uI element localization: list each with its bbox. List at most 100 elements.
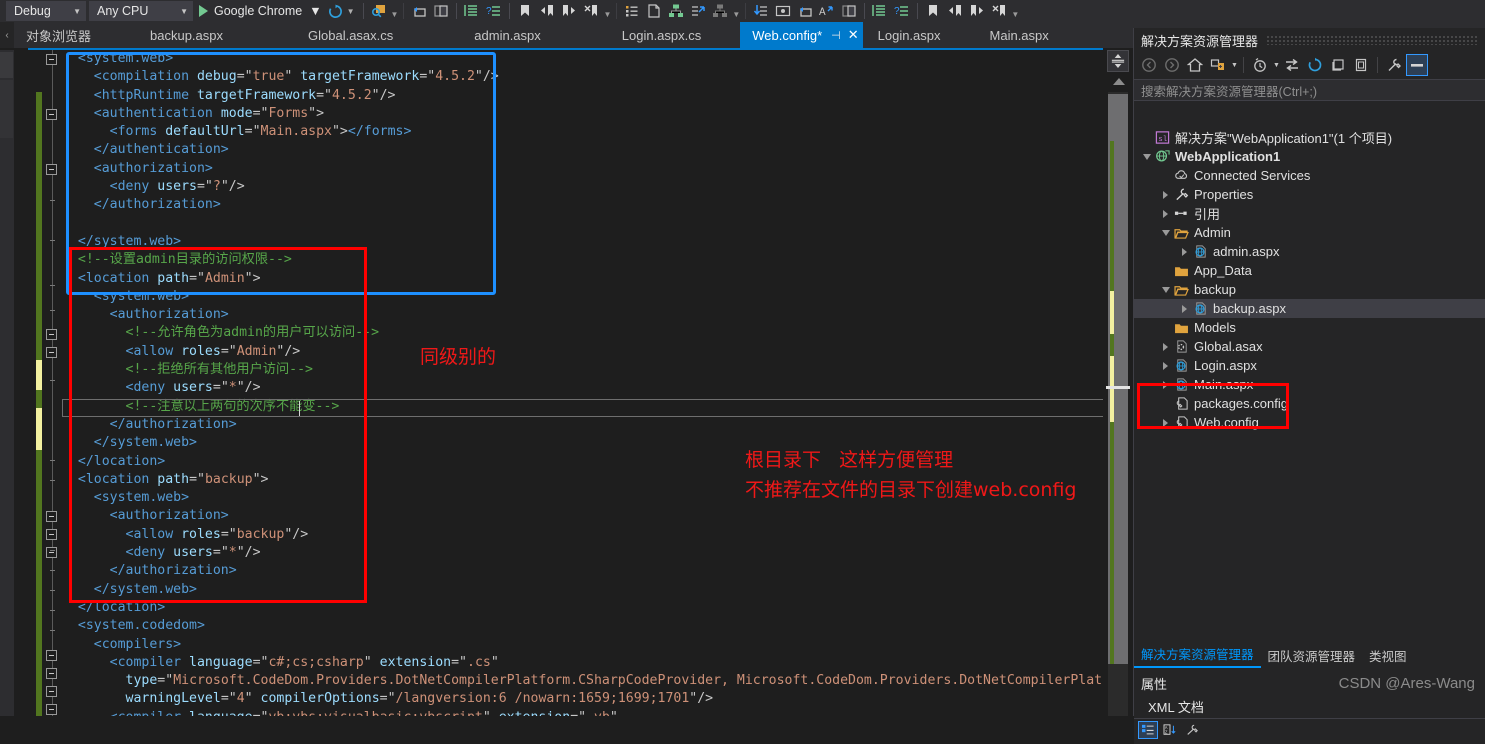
bookmark-icon[interactable] bbox=[922, 1, 944, 21]
show-all-files-icon[interactable] bbox=[1207, 54, 1229, 76]
dock-tab-team-explorer[interactable]: 团队资源管理器 bbox=[1261, 644, 1363, 668]
categorized-icon[interactable] bbox=[1138, 720, 1158, 739]
code-editor[interactable]: <system.web> <compilation debug="true" t… bbox=[0, 48, 1133, 716]
tree-item[interactable]: Web.config bbox=[1134, 413, 1485, 432]
navigate-to-icon[interactable] bbox=[794, 1, 816, 21]
chevron-collapsed-icon[interactable] bbox=[1178, 247, 1191, 256]
chevron-collapsed-icon[interactable] bbox=[1159, 342, 1172, 351]
copy-icon[interactable] bbox=[430, 1, 452, 21]
chevron-expanded-icon[interactable] bbox=[1159, 286, 1172, 293]
outline-collapse-box[interactable] bbox=[46, 704, 57, 715]
outline-collapse-box[interactable] bbox=[46, 511, 57, 522]
tree-item[interactable]: Login.aspx bbox=[1134, 356, 1485, 375]
chevron-collapsed-icon[interactable] bbox=[1178, 304, 1191, 313]
chevron-expanded-icon[interactable] bbox=[1140, 153, 1153, 160]
tab-login-aspx[interactable]: Login.aspx bbox=[863, 22, 980, 48]
split-view-button[interactable] bbox=[1107, 50, 1129, 72]
class-view-icon[interactable] bbox=[665, 1, 687, 21]
tree-item[interactable]: Admin bbox=[1134, 223, 1485, 242]
chevron-collapsed-icon[interactable] bbox=[1159, 418, 1172, 427]
dock-tab-solution-explorer[interactable]: 解决方案资源管理器 bbox=[1134, 642, 1261, 668]
object-browser-icon[interactable] bbox=[687, 1, 709, 21]
chevron-collapsed-icon[interactable] bbox=[1159, 209, 1172, 218]
tree-item[interactable]: Main.aspx bbox=[1134, 375, 1485, 394]
outline-collapse-box[interactable] bbox=[46, 529, 57, 540]
tab-object-browser[interactable]: 对象浏览器 bbox=[14, 22, 105, 48]
tree-item[interactable]: sl 解决方案"WebApplication1"(1 个项目) bbox=[1134, 128, 1485, 147]
tree-item[interactable]: Connected Services bbox=[1134, 166, 1485, 185]
toolbox-icon[interactable] bbox=[750, 1, 772, 21]
solution-tree[interactable]: sl 解决方案"WebApplication1"(1 个项目) WebApplica… bbox=[1134, 128, 1485, 646]
tab-admin-aspx[interactable]: admin.aspx bbox=[432, 22, 584, 48]
font-size-icon[interactable]: A bbox=[816, 1, 838, 21]
tree-item[interactable]: Properties bbox=[1134, 185, 1485, 204]
outlining-margin[interactable] bbox=[46, 50, 60, 716]
search-input[interactable]: 搜索解决方案资源管理器(Ctrl+;) bbox=[1134, 79, 1485, 101]
tree-item[interactable]: Global.asax bbox=[1134, 337, 1485, 356]
close-icon[interactable]: ✕ bbox=[848, 27, 859, 43]
scroll-up-icon[interactable] bbox=[1113, 78, 1125, 85]
outline-collapse-box[interactable] bbox=[46, 686, 57, 697]
comment-icon[interactable] bbox=[869, 1, 891, 21]
sync-with-document-icon[interactable] bbox=[1281, 54, 1303, 76]
forward-icon[interactable] bbox=[1161, 54, 1183, 76]
overflow-caret-icon[interactable]: ▼ bbox=[603, 10, 611, 19]
autohide-tab-2[interactable] bbox=[0, 80, 13, 138]
uncomment-icon[interactable]: ? bbox=[891, 1, 913, 21]
hierarchy-icon[interactable] bbox=[709, 1, 731, 21]
chevron-collapsed-icon[interactable] bbox=[1159, 380, 1172, 389]
back-icon[interactable] bbox=[1138, 54, 1160, 76]
code-text-area[interactable]: <system.web> <compilation debug="true" t… bbox=[62, 50, 1103, 716]
chevron-down-icon[interactable]: ▼ bbox=[347, 7, 355, 16]
chevron-down-icon[interactable]: ▼ bbox=[1273, 62, 1280, 69]
tree-item[interactable]: App_Data bbox=[1134, 261, 1485, 280]
tab-login-aspx-cs[interactable]: Login.aspx.cs bbox=[583, 22, 741, 48]
outline-collapse-box[interactable] bbox=[46, 164, 57, 175]
tree-item[interactable]: backup bbox=[1134, 280, 1485, 299]
refresh-icon[interactable] bbox=[325, 1, 347, 21]
tab-main-aspx[interactable]: Main.aspx bbox=[979, 22, 1062, 48]
tree-item[interactable]: packages.config bbox=[1134, 394, 1485, 413]
bookmark-icon[interactable] bbox=[514, 1, 536, 21]
home-icon[interactable] bbox=[1184, 54, 1206, 76]
comment-icon[interactable] bbox=[461, 1, 483, 21]
pin-icon[interactable]: ⊣ bbox=[831, 29, 841, 42]
clear-bookmarks-icon[interactable] bbox=[580, 1, 602, 21]
tree-item[interactable]: admin.aspx bbox=[1134, 242, 1485, 261]
pending-changes-icon[interactable] bbox=[1249, 54, 1271, 76]
clear-bookmarks-icon[interactable] bbox=[988, 1, 1010, 21]
tree-item[interactable]: Models bbox=[1134, 318, 1485, 337]
new-file-icon[interactable] bbox=[643, 1, 665, 21]
tab-global-asax-cs[interactable]: Global.asax.cs bbox=[270, 22, 433, 48]
alphabetical-icon[interactable]: AZ bbox=[1160, 721, 1180, 739]
navigate-backward-icon[interactable] bbox=[408, 1, 430, 21]
uncomment-icon[interactable]: ? bbox=[483, 1, 505, 21]
properties-icon[interactable] bbox=[1350, 54, 1372, 76]
collapse-all-icon[interactable] bbox=[1327, 54, 1349, 76]
chevron-expanded-icon[interactable] bbox=[1159, 229, 1172, 236]
chevron-down-icon[interactable]: ▼ bbox=[1231, 62, 1238, 69]
previous-bookmark-icon[interactable] bbox=[536, 1, 558, 21]
overflow-caret-icon[interactable]: ▼ bbox=[391, 10, 399, 19]
editor-vertical-scrollbar[interactable] bbox=[1103, 48, 1133, 716]
tab-backup-aspx[interactable]: backup.aspx bbox=[104, 22, 271, 48]
task-list-icon[interactable] bbox=[621, 1, 643, 21]
outline-collapse-box[interactable] bbox=[46, 347, 57, 358]
view-code-icon[interactable] bbox=[1383, 54, 1405, 76]
outline-collapse-box[interactable] bbox=[46, 329, 57, 340]
overflow-caret-icon[interactable]: ▼ bbox=[1011, 10, 1019, 19]
overflow-caret-icon[interactable]: ▼ bbox=[732, 10, 740, 19]
tree-item[interactable]: WebApplication1 bbox=[1134, 147, 1485, 166]
outline-collapse-box[interactable] bbox=[46, 650, 57, 661]
chevron-collapsed-icon[interactable] bbox=[1159, 190, 1172, 199]
properties-page-icon[interactable] bbox=[1182, 721, 1202, 739]
tree-item[interactable]: 引用 bbox=[1134, 204, 1485, 223]
find-icon[interactable] bbox=[368, 1, 390, 21]
properties-window-icon[interactable] bbox=[772, 1, 794, 21]
drag-handle[interactable] bbox=[1266, 35, 1477, 45]
outline-collapse-box[interactable] bbox=[46, 109, 57, 120]
start-debug-button[interactable]: Google Chrome ▼ bbox=[196, 1, 325, 21]
outline-collapse-box[interactable] bbox=[46, 547, 57, 558]
autohide-tab[interactable] bbox=[0, 52, 13, 78]
tree-item[interactable]: backup.aspx bbox=[1134, 299, 1485, 318]
